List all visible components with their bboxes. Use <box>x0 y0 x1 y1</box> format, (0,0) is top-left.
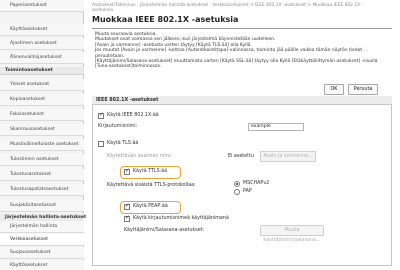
description: Muuta seuraavia asetuksia. Muutokset ova… <box>95 32 380 70</box>
panel-header: IEEE 802.1X -asetukset <box>92 96 392 105</box>
use-ttls-checkbox[interactable] <box>124 168 130 175</box>
sidebar-item-sound-settings[interactable]: Äänenvalitsijasetukset <box>0 52 84 64</box>
change-userpass-button[interactable]: Muuta käyttäjänimi/salasana... <box>260 225 324 243</box>
use-ieee-label: Käytä IEEE 802.1X:ää <box>107 113 159 118</box>
sidebar-item-paper-settings[interactable]: Paperiasetukset <box>0 0 84 12</box>
sidebar-item-usage-settings[interactable]: Käyttöasetukset <box>0 24 84 36</box>
use-ttls-label: Käytä TTLS:ää <box>133 169 168 174</box>
use-ieee-checkbox[interactable] <box>98 112 104 119</box>
userpass-settings-label: Käyttäjänimi/Salasana-asetukset: <box>124 228 205 233</box>
main-content: Asetukset/Tallennus : Järjestelmän halli… <box>84 0 400 270</box>
sidebar-item-usage[interactable]: Käyttöasetukset <box>0 260 84 270</box>
key-and-certificate-button[interactable]: Avain ja varmenne... <box>260 151 316 162</box>
title-divider <box>92 28 392 29</box>
sidebar-group-function-settings: Toimintoasetukset <box>0 67 84 75</box>
sidebar-item-network-settings[interactable]: Verkkoasetukset <box>0 234 84 246</box>
page-title: Muokkaa IEEE 802.1X -asetuksia <box>92 15 239 24</box>
cancel-button[interactable]: Peruuta <box>348 84 378 95</box>
use-peap-label: Käytä PEAP:ää <box>133 204 168 209</box>
mschapv2-radio[interactable] <box>234 181 240 187</box>
sidebar-item-copy[interactable]: Kopioasetukset <box>0 94 84 106</box>
ieee-settings-panel <box>92 96 392 266</box>
sidebar-item-security[interactable]: Suojausasetukset <box>0 247 84 259</box>
sidebar-item-timer-settings[interactable]: Ajastimen asetukset <box>0 38 84 50</box>
pap-label: PAP <box>243 189 252 194</box>
sidebar-item-system-management[interactable]: Järjestelmän hallinta <box>0 221 84 233</box>
sidebar-item-print-adjust[interactable]: Tulostusapotatsasetukset <box>0 184 84 196</box>
sidebar-item-print[interactable]: Tulostusasetukset <box>0 169 84 181</box>
sidebar-item-fax[interactable]: Faksiasetukset <box>0 109 84 121</box>
key-name-value: Ei asetettu <box>228 154 254 159</box>
pap-radio[interactable] <box>234 189 240 195</box>
ok-button[interactable]: OK <box>324 84 344 95</box>
key-name-label: Käytettävän avaimen nimi: <box>107 154 172 159</box>
ttls-protocol-label: Käytettävä sisäistä TTLS-protokollaa: <box>107 183 196 188</box>
sidebar-item-printer[interactable]: Tulostimen asetukset <box>0 154 84 166</box>
use-tls-checkbox[interactable] <box>98 141 104 147</box>
login-name-label: Kirjautumisnimi: <box>98 124 138 129</box>
sidebar: Paperiasetukset Käyttöasetukset Ajastime… <box>0 0 86 270</box>
breadcrumb: Asetukset/Tallennus : Järjestelmän halli… <box>92 3 364 14</box>
sidebar-item-protect[interactable]: Suojakäsitasetukset <box>0 200 84 212</box>
mschapv2-label: MSCHAPv2 <box>243 181 270 186</box>
use-tls-label: Käytä TLS:ää <box>107 141 139 146</box>
use-login-as-user-checkbox[interactable] <box>124 215 130 222</box>
description-line: Jos muutat [Avain ja varmenne] -kohtaa [… <box>95 48 363 59</box>
sidebar-item-general[interactable]: Yleiset asetukset <box>0 79 84 91</box>
use-login-as-user-label: Käytä kirjautumisnimeä käyttäjänimenä <box>133 216 229 221</box>
description-line: [Käyttäjänimi/Salasana-asetukset] muutta… <box>95 59 378 70</box>
login-name-input[interactable]: example <box>248 123 304 131</box>
use-peap-checkbox[interactable] <box>124 203 130 210</box>
sidebar-item-scan[interactable]: Skannausasetukset <box>0 124 84 136</box>
sidebar-item-memory-print[interactable]: Muistivälineltuloste asetukset <box>0 139 84 151</box>
